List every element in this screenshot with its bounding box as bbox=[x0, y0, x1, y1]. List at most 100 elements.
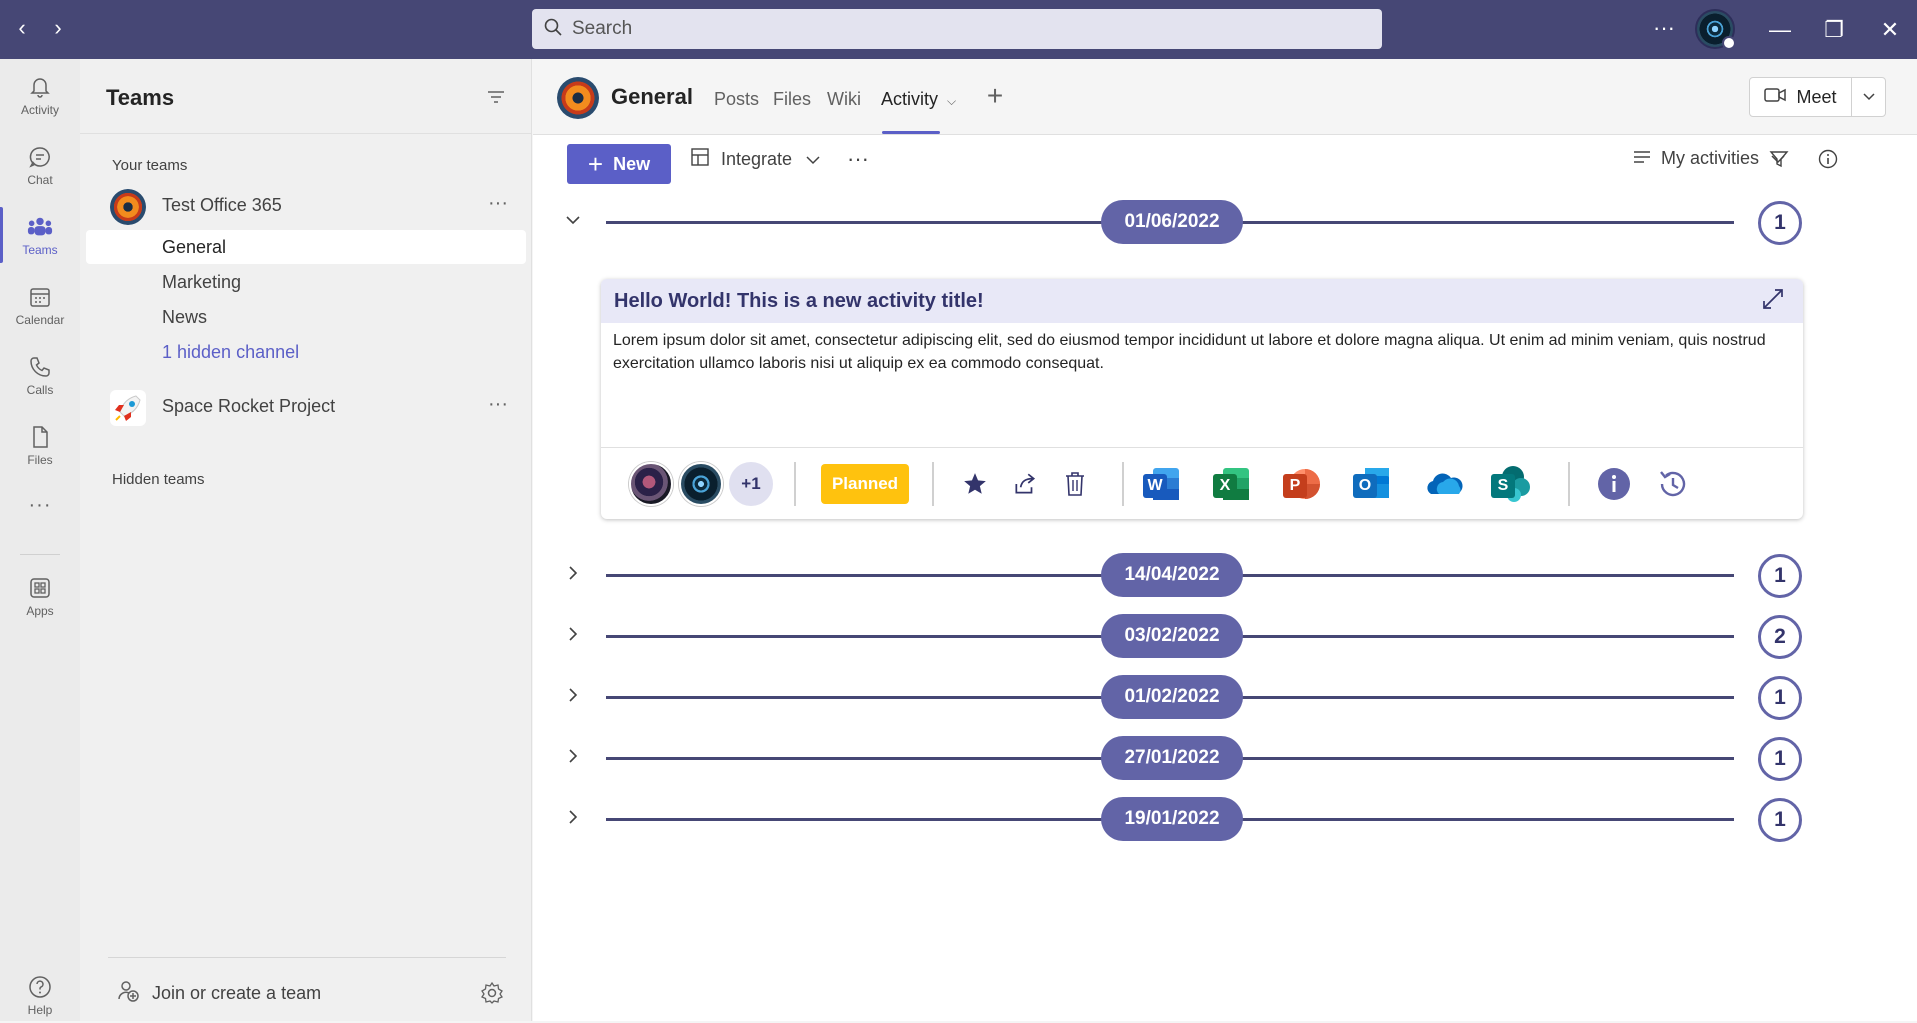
share-icon[interactable] bbox=[1009, 468, 1041, 500]
word-letter: W bbox=[1143, 474, 1167, 498]
minimize-icon[interactable]: — bbox=[1762, 12, 1798, 48]
excel-icon[interactable]: X bbox=[1211, 462, 1255, 506]
date-pill: 19/01/2022 bbox=[1101, 797, 1243, 841]
channel-news[interactable]: News bbox=[86, 300, 526, 334]
rail-item-teams[interactable]: Teams bbox=[0, 203, 80, 267]
chevron-right-icon[interactable] bbox=[563, 624, 587, 648]
rail-item-apps[interactable]: Apps bbox=[0, 564, 80, 628]
back-arrow-icon[interactable]: ‹ bbox=[10, 16, 34, 40]
rail-item-calendar[interactable]: Calendar bbox=[0, 273, 80, 337]
channel-marketing[interactable]: Marketing bbox=[86, 265, 526, 299]
channel-label: News bbox=[162, 307, 208, 327]
teams-panel: Teams Your teams Test Office 365 ··· Gen… bbox=[80, 59, 532, 1021]
rail-item-calls[interactable]: Calls bbox=[0, 343, 80, 407]
tab-files[interactable]: Files bbox=[773, 89, 811, 110]
member-avatar[interactable] bbox=[679, 462, 723, 506]
meet-dropdown-chevron-icon[interactable] bbox=[1852, 78, 1885, 116]
chevron-down-icon[interactable] bbox=[563, 210, 587, 234]
search-input[interactable] bbox=[572, 18, 1352, 40]
rail-label: Files bbox=[27, 452, 53, 467]
app-rail: Activity Chat Teams Calendar Calls Files… bbox=[0, 59, 80, 1021]
search-box[interactable] bbox=[532, 9, 1382, 49]
rail-item-more[interactable]: ··· bbox=[0, 483, 80, 527]
timeline-group: 01/02/2022 1 bbox=[533, 675, 1917, 721]
tab-activity[interactable]: Activity ⌵ bbox=[881, 89, 956, 110]
layout-icon bbox=[691, 148, 709, 171]
timeline-group: 01/06/2022 1 bbox=[533, 200, 1917, 246]
history-icon[interactable] bbox=[1655, 466, 1691, 502]
activity-count-badge: 1 bbox=[1758, 798, 1802, 842]
maximize-icon[interactable]: ❐ bbox=[1816, 12, 1852, 48]
activity-description: Lorem ipsum dolor sit amet, consectetur … bbox=[613, 332, 1766, 372]
hidden-channel-link[interactable]: 1 hidden channel bbox=[86, 335, 526, 369]
join-or-create-team-button[interactable]: Join or create a team bbox=[108, 976, 428, 1010]
more-options-icon[interactable]: ··· bbox=[484, 192, 512, 220]
rail-item-chat[interactable]: Chat bbox=[0, 133, 80, 197]
onedrive-icon[interactable] bbox=[1421, 462, 1465, 506]
my-activities-dropdown[interactable]: My activities bbox=[1633, 148, 1785, 169]
integrate-dropdown[interactable]: Integrate bbox=[691, 148, 820, 171]
date-pill: 01/06/2022 bbox=[1101, 200, 1243, 244]
powerpoint-icon[interactable]: P bbox=[1281, 462, 1325, 506]
chevron-right-icon[interactable] bbox=[563, 807, 587, 831]
active-tab-indicator bbox=[882, 131, 940, 134]
divider bbox=[80, 133, 532, 134]
gear-icon[interactable] bbox=[480, 981, 506, 1007]
info-icon[interactable] bbox=[1818, 149, 1844, 175]
chevron-right-icon[interactable] bbox=[563, 563, 587, 587]
rail-item-activity[interactable]: Activity bbox=[0, 63, 80, 127]
activity-card[interactable]: Hello World! This is a new activity titl… bbox=[601, 279, 1803, 519]
activity-count-badge: 1 bbox=[1758, 201, 1802, 245]
add-tab-icon[interactable]: + bbox=[981, 82, 1009, 111]
your-teams-label: Your teams bbox=[112, 157, 188, 174]
star-icon[interactable] bbox=[959, 468, 991, 500]
team-avatar bbox=[557, 77, 599, 119]
channel-label: General bbox=[162, 237, 227, 257]
member-avatar[interactable] bbox=[629, 462, 673, 506]
filter-icon[interactable] bbox=[486, 87, 514, 111]
powerpoint-letter: P bbox=[1283, 474, 1307, 498]
meet-button[interactable]: Meet bbox=[1750, 78, 1852, 116]
team-row-space-rocket-project[interactable]: Space Rocket Project ··· bbox=[80, 384, 532, 430]
forward-arrow-icon[interactable]: › bbox=[46, 16, 70, 40]
funnel-filter-icon[interactable] bbox=[1769, 149, 1795, 175]
rail-label: Chat bbox=[27, 172, 53, 187]
video-camera-icon bbox=[1764, 87, 1787, 108]
chevron-down-icon: ⌵ bbox=[947, 94, 957, 108]
rail-item-help[interactable]: Help bbox=[0, 967, 80, 1023]
more-options-icon[interactable]: ··· bbox=[1646, 10, 1682, 46]
more-options-icon[interactable]: ··· bbox=[843, 148, 873, 178]
more-options-icon[interactable]: ··· bbox=[484, 393, 512, 421]
plus-icon: + bbox=[587, 149, 604, 179]
new-activity-button[interactable]: + New bbox=[567, 144, 671, 184]
date-pill: 01/02/2022 bbox=[1101, 675, 1243, 719]
status-badge[interactable]: Planned bbox=[821, 464, 909, 504]
main-content: General Posts Files Wiki Activity ⌵ + Me… bbox=[533, 59, 1917, 1021]
tab-label: Activity bbox=[881, 89, 939, 109]
calendar-icon bbox=[27, 284, 53, 310]
channel-general[interactable]: General bbox=[86, 230, 526, 264]
activity-title: Hello World! This is a new activity titl… bbox=[614, 290, 984, 312]
chevron-right-icon[interactable] bbox=[563, 685, 587, 709]
channel-title: General bbox=[611, 84, 693, 109]
chevron-right-icon[interactable] bbox=[563, 746, 587, 770]
rail-item-files[interactable]: Files bbox=[0, 413, 80, 477]
info-icon[interactable] bbox=[1596, 466, 1632, 502]
sharepoint-icon[interactable]: S bbox=[1489, 462, 1533, 506]
extra-members-badge[interactable]: +1 bbox=[729, 462, 773, 506]
rail-divider bbox=[20, 554, 60, 555]
close-icon[interactable]: ✕ bbox=[1872, 12, 1908, 48]
add-people-icon bbox=[116, 979, 140, 1008]
word-icon[interactable]: W bbox=[1141, 462, 1185, 506]
panel-title: Teams bbox=[106, 85, 175, 110]
tab-wiki[interactable]: Wiki bbox=[827, 89, 861, 110]
trash-icon[interactable] bbox=[1059, 468, 1091, 500]
tab-posts[interactable]: Posts bbox=[714, 89, 759, 110]
card-header: Hello World! This is a new activity titl… bbox=[601, 279, 1803, 323]
timeline-group: 14/04/2022 1 bbox=[533, 553, 1917, 599]
activity-toolbar: + New Integrate ··· My activities bbox=[533, 136, 1917, 190]
outlook-icon[interactable]: O bbox=[1351, 462, 1395, 506]
expand-icon[interactable] bbox=[1761, 287, 1787, 313]
user-avatar[interactable] bbox=[1695, 9, 1736, 50]
team-row-test-office-365[interactable]: Test Office 365 ··· bbox=[80, 183, 532, 229]
